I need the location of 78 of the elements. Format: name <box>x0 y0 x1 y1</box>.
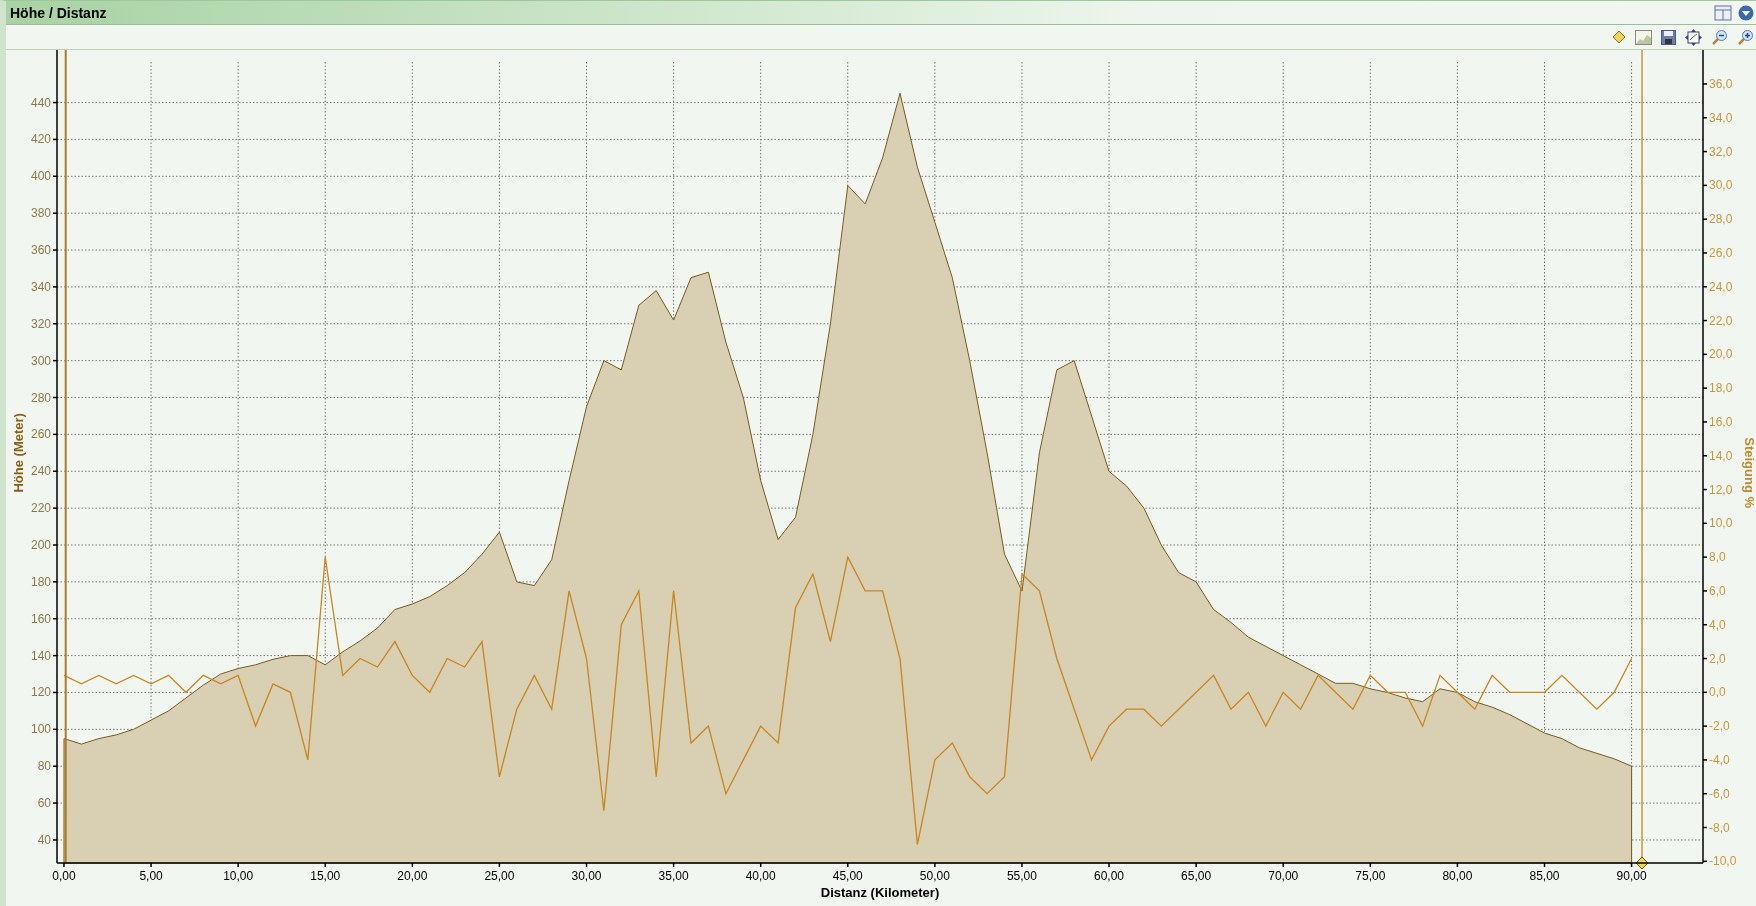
x-tick-label: 0,00 <box>52 869 76 883</box>
y2-tick-label: 34,0 <box>1709 110 1733 125</box>
y-tick-label: 220 <box>30 501 51 516</box>
y2-tick-label: 4,0 <box>1709 617 1726 632</box>
y-tick-label: 160 <box>30 611 51 626</box>
x-tick-label: 55,00 <box>1006 869 1037 883</box>
x-tick-label: 50,00 <box>919 869 950 883</box>
x-tick-label: 85,00 <box>1529 869 1560 883</box>
y2-tick-label: -6,0 <box>1709 786 1730 801</box>
x-axis-title: Distanz (Kilometer) <box>820 885 940 900</box>
cursor-line[interactable] <box>64 50 67 864</box>
y2-tick-label: -2,0 <box>1709 719 1730 734</box>
y2-tick-label: 26,0 <box>1709 245 1733 260</box>
y2-tick-label: 0,0 <box>1709 685 1726 700</box>
y-tick-label: 120 <box>30 685 51 700</box>
y-tick-label: 400 <box>30 169 51 184</box>
y-tick-label: 340 <box>30 279 51 294</box>
diamond-icon[interactable] <box>1612 30 1626 44</box>
x-tick-label: 70,00 <box>1268 869 1299 883</box>
x-tick-label: 30,00 <box>571 869 602 883</box>
x-tick-label: 25,00 <box>484 869 515 883</box>
y-tick-label: 80 <box>37 759 51 774</box>
marker-drawing[interactable] <box>1635 50 1649 870</box>
x-tick-label: 60,00 <box>1094 869 1125 883</box>
x-tick-label: 45,00 <box>832 869 863 883</box>
y-tick-label: 440 <box>30 95 51 110</box>
x-tick-label: 5,00 <box>139 869 163 883</box>
layout-icon[interactable] <box>1714 4 1732 21</box>
y-tick-label: 320 <box>30 316 51 331</box>
x-tick-label: 35,00 <box>658 869 689 883</box>
x-tick-label: 40,00 <box>745 869 776 883</box>
y2-tick-label: 16,0 <box>1709 414 1733 429</box>
y2-tick-label: 22,0 <box>1709 313 1733 328</box>
y-tick-label: 420 <box>30 132 51 147</box>
y2-tick-label: 30,0 <box>1709 178 1733 193</box>
y2-tick-label: 32,0 <box>1709 144 1733 159</box>
x-tick-label: 10,00 <box>223 869 254 883</box>
y-tick-label: 240 <box>30 464 51 479</box>
y2-tick-label: -10,0 <box>1709 854 1737 869</box>
y-tick-label: 280 <box>30 390 51 405</box>
zoom-out-icon[interactable] <box>1711 28 1728 46</box>
y-tick-label: 100 <box>30 722 51 737</box>
dropdown-button[interactable] <box>1738 4 1754 21</box>
y2-tick-label: 28,0 <box>1709 212 1733 227</box>
y2-tick-label: 6,0 <box>1709 583 1726 598</box>
y2-tick-label: 10,0 <box>1709 516 1733 531</box>
y-tick-label: 180 <box>30 574 51 589</box>
fit-icon[interactable] <box>1685 28 1702 46</box>
y2-tick-label: 18,0 <box>1709 381 1733 396</box>
y2-tick-label: 12,0 <box>1709 482 1733 497</box>
x-tick-label: 75,00 <box>1355 869 1386 883</box>
chart-icon[interactable] <box>1635 29 1652 45</box>
y2-tick-label: 24,0 <box>1709 279 1733 294</box>
y-tick-label: 300 <box>30 353 51 368</box>
zoom-in-icon[interactable] <box>1737 28 1754 46</box>
y2-tick-label: 14,0 <box>1709 448 1733 463</box>
y2-tick-label: 20,0 <box>1709 347 1733 362</box>
x-tick-label: 15,00 <box>310 869 341 883</box>
panel-title: Höhe / Distanz <box>10 4 107 21</box>
y-tick-label: 140 <box>30 648 51 663</box>
y2-tick-label: -4,0 <box>1709 752 1730 767</box>
y2-tick-label: 8,0 <box>1709 550 1726 565</box>
y-tick-label: 200 <box>30 538 51 552</box>
y-tick-label: 60 <box>37 796 51 811</box>
y2-axis-title: Steigung % <box>1742 437 1756 509</box>
y2-tick-label: -8,0 <box>1709 820 1730 835</box>
x-tick-label: 80,00 <box>1442 869 1473 883</box>
y-tick-label: 360 <box>30 243 51 258</box>
y2-tick-label: 2,0 <box>1709 651 1726 666</box>
x-tick-label: 90,00 <box>1616 869 1647 883</box>
y-tick-label: 40 <box>37 832 51 847</box>
y-tick-label: 380 <box>30 206 51 221</box>
y-tick-label: 260 <box>30 427 51 442</box>
x-tick-label: 65,00 <box>1181 869 1212 883</box>
save-icon[interactable] <box>1661 29 1676 45</box>
y2-tick-label: 36,0 <box>1709 76 1733 91</box>
x-tick-label: 20,00 <box>397 869 428 883</box>
y-axis-title: Höhe (Meter) <box>11 413 26 493</box>
